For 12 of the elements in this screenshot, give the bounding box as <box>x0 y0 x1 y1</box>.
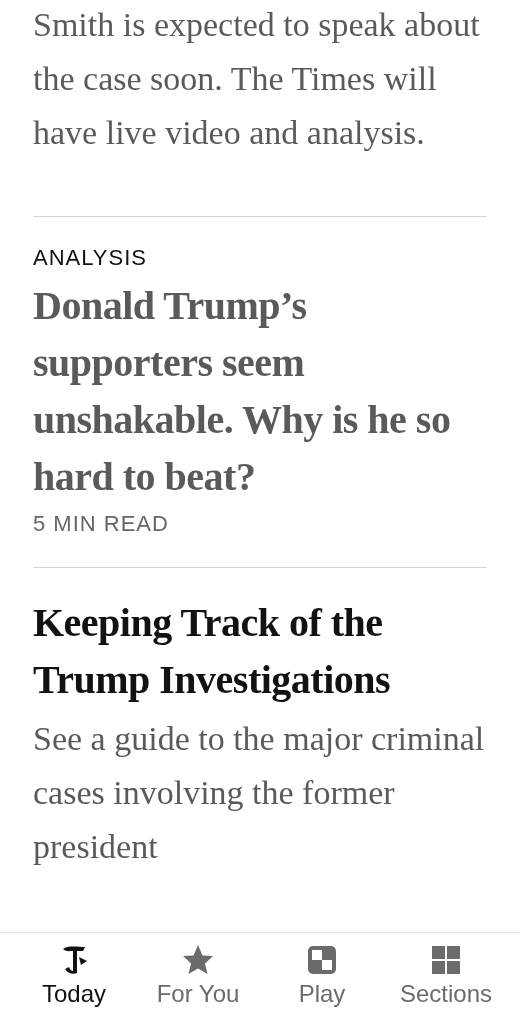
headline[interactable]: Donald Trump’s supporters seem unshakable. Why is he so hard to beat? <box>33 277 487 505</box>
tab[interactable]: Today <box>12 943 136 1024</box>
grid-icon <box>429 943 463 977</box>
summary: See a guide to the major criminal cases involving the former president <box>33 719 486 867</box>
tab[interactable]: Play <box>260 943 384 1024</box>
tab[interactable]: Sections <box>384 943 508 1024</box>
headline[interactable]: Keeping Track of the Trump Investigations <box>33 594 487 708</box>
read-time: 5 MIN READ <box>33 510 169 538</box>
kicker: ANALYSIS <box>33 244 147 272</box>
summary: Smith is expected to speak about the case soon. The Times will have live video and analysis. <box>33 5 481 153</box>
puzzle-icon <box>305 943 339 977</box>
tab[interactable]: For You <box>136 943 260 1024</box>
